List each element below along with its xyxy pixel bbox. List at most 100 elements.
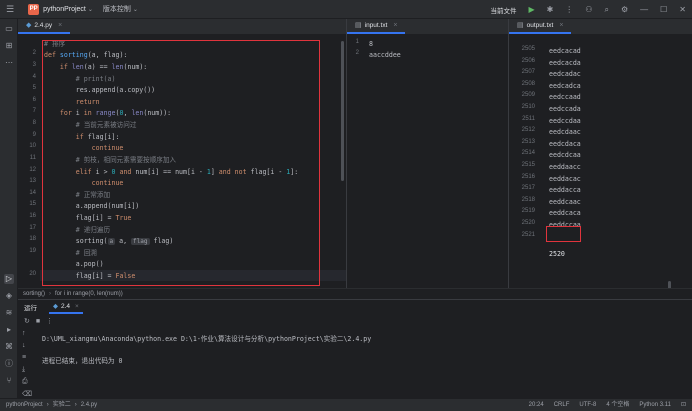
status-path-item[interactable]: pythonProject [6,399,43,411]
git-icon[interactable]: ⑂ [4,376,14,386]
tab-label: input.txt [364,21,388,29]
breadcrumb-item[interactable]: for i in range(0, len(num)) [55,291,123,297]
more-actions-icon[interactable]: ⋮ [565,5,573,14]
maximize-icon[interactable]: ☐ [660,5,667,14]
project-badge[interactable]: PP [28,3,40,15]
run-config-selector[interactable]: 当前文件 [490,5,516,15]
problems-icon[interactable]: ⓘ [4,359,14,369]
status-bar: pythonProject › 实验二 › 2.4.py 20:24 CRLF … [0,398,692,411]
folder-icon[interactable]: ▭ [4,24,14,34]
line-number: 2511 [522,116,535,122]
line-number: 8 [32,120,36,126]
text-line: eedcacad [549,47,581,55]
tab-output-txt[interactable]: ▤ output.txt × [509,18,572,34]
line-number: 2515 [521,162,535,168]
main-editor-pane: ◆ 2.4.py × 2 3 4 5 6 7 8 9 10 11 12 13 1… [18,19,346,288]
soft-wrap-icon[interactable]: ≡ [22,354,26,361]
line-number: 2510 [521,104,535,110]
chevron-down-icon[interactable]: ⌄ [88,6,93,13]
run-icon[interactable]: ▶ [528,5,534,14]
chevron-down-icon[interactable]: ⌄ [133,6,138,13]
line-number: 2507 [521,69,535,75]
console-line: D:\UML_xiangmu\Anaconda\python.exe D:\1-… [42,335,372,343]
terminal-icon[interactable]: ▸ [4,325,14,335]
console-line: 进程已结束，退出代码为 0 [42,357,123,365]
chevron-right-icon: › [74,402,77,408]
text-file-icon: ▤ [355,22,362,29]
line-number: 19 [29,248,36,254]
indent-setting[interactable]: 4 个空格 [606,399,629,411]
close-tab-icon[interactable]: × [559,22,563,29]
file-encoding[interactable]: UTF-8 [579,399,596,411]
text-line: eedcacda [549,59,581,67]
tab-2-4-py[interactable]: ◆ 2.4.py × [18,18,71,34]
status-path-item[interactable]: 2.4.py [81,399,97,411]
cursor-position[interactable]: 20:24 [529,399,544,411]
close-tab-icon[interactable]: × [393,22,397,29]
search-icon[interactable]: ⌕ [604,5,608,15]
text-line: eeddacca [549,186,581,194]
line-number: 2514 [521,150,535,156]
stop-icon[interactable]: ■ [36,318,40,325]
close-tab-icon[interactable]: × [75,303,79,310]
line-number-gutter: 1 2 [347,36,361,288]
line-number: 2509 [521,92,535,98]
trash-icon[interactable]: ⌫ [22,390,32,398]
python-console-icon[interactable]: ⌘ [4,342,14,352]
line-number: 2512 [521,127,535,133]
line-number: 5 [32,85,36,91]
input-text-area[interactable]: 8 aaccddee [369,36,500,288]
status-path-item[interactable]: 实验二 [53,399,71,411]
line-number: 18 [29,236,36,242]
run-panel-title: 运行 [24,305,37,312]
lock-icon[interactable]: ⊡ [681,399,686,411]
line-number-gutter: 2505 2506 2507 2508 2509 2510 2511 2512 … [509,36,539,288]
result-count-line: 2520 [549,250,565,258]
chevron-right-icon: › [46,402,49,408]
line-number: 2518 [521,197,535,203]
python-file-icon: ◆ [53,303,58,310]
project-name[interactable]: pythonProject [43,6,86,13]
run-tool-icon[interactable]: ▷ [4,274,14,284]
text-line: eeddacac [549,175,581,183]
annotation-highlight-box [546,226,581,242]
output-text-area[interactable]: eedcacad eedcacda eedcadac eedcadca eedc… [549,36,684,288]
gear-icon[interactable]: ⚙ [621,5,628,14]
line-number: 4 [32,74,36,80]
minimize-icon[interactable]: — [640,5,648,14]
console-output[interactable]: D:\UML_xiangmu\Anaconda\python.exe D:\1-… [42,334,371,367]
add-user-icon[interactable]: ⚇ [585,5,592,14]
vcs-widget[interactable]: 版本控制 [103,4,131,14]
tab-input-txt[interactable]: ▤ input.txt × [347,18,406,34]
more-tools-icon[interactable]: ⋯ [4,58,14,68]
text-line: eedccaad [549,93,581,101]
editor-scrollbar[interactable] [341,41,344,181]
breadcrumb-item[interactable]: sorting() [23,291,45,297]
main-menu-icon[interactable]: ☰ [6,4,14,15]
layers-icon[interactable]: ≋ [4,308,14,318]
line-number: 12 [29,167,36,173]
line-separator[interactable]: CRLF [554,399,570,411]
text-line: eeddaacc [549,163,581,171]
python-interpreter[interactable]: Python 3.11 [639,399,671,411]
arrow-down-icon[interactable]: ↓ [22,342,26,349]
input-editor-pane: ▤ input.txt × 1 2 8 aaccddee [347,19,508,288]
scroll-to-end-icon[interactable]: ⤓ [22,366,25,374]
line-number: 2520 [521,220,535,226]
close-icon[interactable]: ✕ [679,5,686,14]
rerun-icon[interactable]: ↻ [24,317,30,325]
tab-run-2-4[interactable]: ◆ 2.4 × [49,300,83,314]
line-number: 2505 [521,46,535,52]
text-line: eedcdcaa [549,151,581,159]
text-line: eedccdaa [549,117,581,125]
editor-tab-bar: ▤ output.txt × [509,19,692,35]
close-tab-icon[interactable]: × [58,22,62,29]
debug-icon[interactable]: ✱ [547,5,554,14]
python-packages-icon[interactable]: ◈ [4,291,14,301]
line-number: 2513 [521,139,535,145]
more-icon[interactable]: ⋮ [46,317,53,325]
text-line: eeddcaca [549,209,581,217]
print-icon[interactable]: ⎙ [22,378,28,386]
arrow-up-icon[interactable]: ↑ [22,330,26,337]
structure-icon[interactable]: ⊞ [4,41,14,51]
